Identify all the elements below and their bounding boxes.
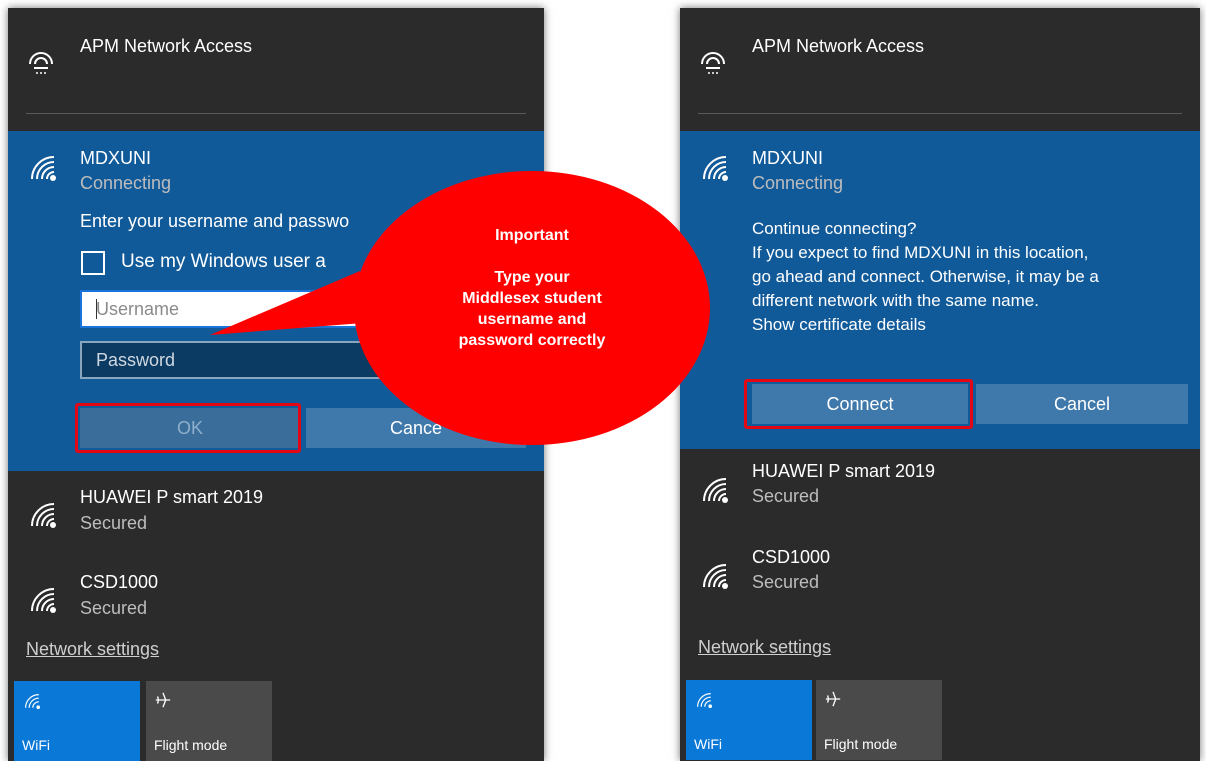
network-settings-link[interactable]: Network settings xyxy=(26,639,159,660)
flight-mode-tile[interactable]: Flight mode xyxy=(816,680,942,760)
network-name: HUAWEI P smart 2019 xyxy=(752,461,936,481)
wifi-tile[interactable]: WiFi xyxy=(686,680,812,760)
message-line: Continue connecting? xyxy=(752,219,917,238)
vpn-item[interactable]: APM Network Access xyxy=(8,8,544,118)
wifi-signal-icon xyxy=(698,473,728,503)
callout-text: Important Type your Middlesex student us… xyxy=(414,225,650,351)
wifi-signal-icon xyxy=(698,559,728,589)
airplane-icon xyxy=(154,691,172,709)
wifi-tile-label: WiFi xyxy=(694,736,722,752)
network-item-mdxuni-expanded: MDXUNI Connecting Continue connecting? I… xyxy=(680,131,1200,449)
highlight-connect xyxy=(744,379,973,429)
vpn-item[interactable]: APM Network Access xyxy=(680,8,1200,118)
wifi-signal-icon xyxy=(26,151,56,181)
network-status: Secured xyxy=(80,598,148,618)
callout-line: password correctly xyxy=(458,332,606,349)
username-input[interactable]: Username xyxy=(80,290,380,328)
wifi-signal-icon xyxy=(26,498,56,528)
vpn-icon xyxy=(698,48,728,78)
callout-line: Important xyxy=(495,227,569,244)
vpn-icon xyxy=(26,48,56,78)
divider xyxy=(698,113,1182,114)
network-flyout-left: APM Network Access MDXUNI Connecting Ent… xyxy=(8,8,544,761)
network-name: MDXUNI xyxy=(752,148,823,168)
flight-mode-tile[interactable]: Flight mode xyxy=(146,681,272,761)
message-line: go ahead and connect. Otherwise, it may … xyxy=(752,267,1099,286)
network-item-huawei[interactable]: HUAWEI P smart 2019 Secured xyxy=(8,481,544,561)
network-settings-link[interactable]: Network settings xyxy=(698,637,831,658)
network-flyout-right: APM Network Access MDXUNI Connecting Con… xyxy=(680,8,1200,761)
network-status: Secured xyxy=(80,513,148,533)
show-certificate-details-link[interactable]: Show certificate details xyxy=(752,313,926,337)
network-status: Secured xyxy=(752,572,820,592)
network-status: Secured xyxy=(752,486,820,506)
divider xyxy=(26,113,526,114)
network-name: CSD1000 xyxy=(80,572,159,592)
network-name: CSD1000 xyxy=(752,547,831,567)
network-item-huawei[interactable]: HUAWEI P smart 2019 Secured xyxy=(680,459,1200,539)
callout-line: Type your xyxy=(494,269,570,286)
wifi-signal-icon xyxy=(698,151,728,181)
cancel-button[interactable]: Cancel xyxy=(976,384,1188,424)
wifi-icon xyxy=(694,690,712,708)
callout-line: Middlesex student xyxy=(462,290,602,307)
network-status: Connecting xyxy=(752,173,844,193)
message-line: If you expect to find MDXUNI in this loc… xyxy=(752,243,1089,262)
password-input[interactable]: Password xyxy=(80,341,380,379)
flight-mode-tile-label: Flight mode xyxy=(824,736,898,752)
airplane-icon xyxy=(824,690,842,708)
callout-line xyxy=(414,246,650,267)
message-line: different network with the same name. xyxy=(752,291,1039,310)
highlight-ok xyxy=(75,403,301,453)
wifi-signal-icon xyxy=(26,583,56,613)
network-name: MDXUNI xyxy=(80,148,151,168)
callout-line: username and xyxy=(477,311,587,328)
vpn-title: APM Network Access xyxy=(752,36,925,56)
credentials-prompt: Enter your username and passwo xyxy=(80,211,350,231)
flight-mode-tile-label: Flight mode xyxy=(154,737,228,753)
network-name: HUAWEI P smart 2019 xyxy=(80,487,264,507)
wifi-tile[interactable]: WiFi xyxy=(14,681,140,761)
wifi-icon xyxy=(22,691,40,709)
network-item-csd1000[interactable]: CSD1000 Secured xyxy=(8,566,544,646)
cancel-button[interactable]: Cance xyxy=(306,408,526,448)
vpn-title: APM Network Access xyxy=(80,36,253,56)
checkbox-label: Use my Windows user a xyxy=(121,251,326,272)
network-status: Connecting xyxy=(80,173,172,193)
network-item-csd1000[interactable]: CSD1000 Secured xyxy=(680,545,1200,625)
use-windows-credentials-checkbox[interactable] xyxy=(81,251,105,275)
wifi-tile-label: WiFi xyxy=(22,737,50,753)
